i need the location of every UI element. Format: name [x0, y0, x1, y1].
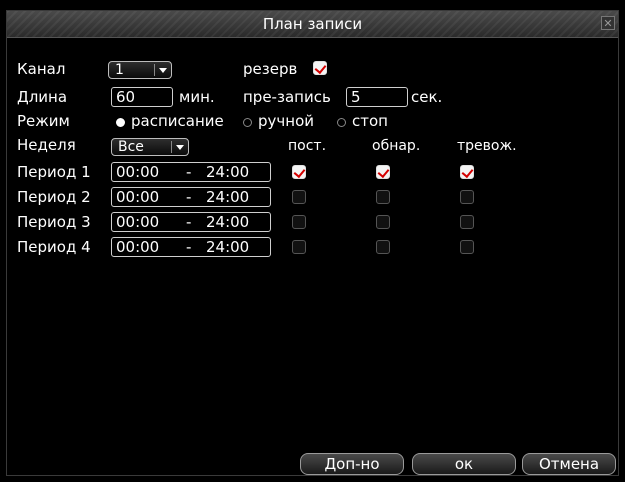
mode-radio-manual[interactable] — [243, 118, 252, 127]
advanced-button[interactable]: Доп-но — [300, 453, 404, 475]
mode-radio-stop[interactable] — [337, 118, 346, 127]
period-start: 00:00 — [116, 163, 160, 181]
cancel-button[interactable]: Отмена — [522, 453, 616, 475]
period-end: 24:00 — [206, 213, 250, 231]
period-regular-checkbox[interactable] — [292, 190, 306, 204]
period-detect-checkbox[interactable] — [376, 240, 390, 254]
period-alarm-checkbox[interactable] — [460, 215, 474, 229]
length-unit: мин. — [179, 88, 215, 106]
length-input[interactable]: 60 — [111, 87, 173, 107]
period-time-range[interactable]: 00:00 -24:00 — [111, 212, 271, 232]
period-detect-checkbox[interactable] — [376, 165, 390, 179]
close-icon[interactable]: ✕ — [601, 16, 615, 30]
period-label: Период 2 — [17, 188, 91, 206]
chevron-down-icon — [176, 145, 184, 150]
period-dash: - — [186, 238, 192, 256]
period-time-range[interactable]: 00:00 -24:00 — [111, 187, 271, 207]
mode-option-stop[interactable]: стоп — [352, 112, 388, 130]
period-start: 00:00 — [116, 238, 160, 256]
week-label: Неделя — [17, 136, 76, 154]
chevron-down-icon — [159, 68, 167, 73]
period-regular-checkbox[interactable] — [292, 240, 306, 254]
column-detect: обнар. — [372, 138, 421, 154]
period-label: Период 3 — [17, 213, 91, 231]
period-label: Период 4 — [17, 238, 91, 256]
period-dash: - — [186, 188, 192, 206]
week-select[interactable]: Все — [111, 138, 189, 156]
prerecord-input[interactable]: 5 — [346, 87, 408, 107]
period-end: 24:00 — [206, 238, 250, 256]
dialog-title: План записи — [262, 15, 363, 33]
select-divider — [171, 141, 172, 153]
column-alarm: тревож. — [457, 138, 517, 154]
mode-option-schedule[interactable]: расписание — [131, 112, 224, 130]
period-dash: - — [186, 213, 192, 231]
ok-button[interactable]: ок — [412, 453, 516, 475]
channel-select[interactable]: 1 — [108, 61, 172, 79]
reserve-label: резерв — [243, 60, 298, 78]
period-alarm-checkbox[interactable] — [460, 165, 474, 179]
period-regular-checkbox[interactable] — [292, 165, 306, 179]
period-end: 24:00 — [206, 188, 250, 206]
period-alarm-checkbox[interactable] — [460, 190, 474, 204]
period-regular-checkbox[interactable] — [292, 215, 306, 229]
period-detect-checkbox[interactable] — [376, 215, 390, 229]
prerecord-unit: сек. — [411, 88, 443, 106]
period-label: Период 1 — [17, 163, 91, 181]
channel-value: 1 — [115, 62, 124, 78]
reserve-checkbox[interactable] — [313, 61, 327, 75]
period-time-range[interactable]: 00:00 -24:00 — [111, 237, 271, 257]
period-alarm-checkbox[interactable] — [460, 240, 474, 254]
period-time-range[interactable]: 00:00 -24:00 — [111, 162, 271, 182]
prerecord-label: пре-запись — [243, 88, 331, 106]
period-start: 00:00 — [116, 213, 160, 231]
mode-label: Режим — [17, 112, 70, 130]
period-dash: - — [186, 163, 192, 181]
period-start: 00:00 — [116, 188, 160, 206]
select-divider — [154, 64, 155, 76]
record-schedule-dialog: План записи ✕ Канал 1 резерв Длина 60 ми… — [6, 10, 619, 476]
week-value: Все — [118, 139, 144, 155]
mode-option-manual[interactable]: ручной — [258, 112, 314, 130]
mode-radio-schedule[interactable] — [116, 118, 125, 127]
length-label: Длина — [17, 88, 68, 106]
channel-label: Канал — [17, 60, 66, 78]
period-end: 24:00 — [206, 163, 250, 181]
period-detect-checkbox[interactable] — [376, 190, 390, 204]
title-bar: План записи ✕ — [7, 11, 618, 38]
column-regular: пост. — [288, 138, 327, 154]
